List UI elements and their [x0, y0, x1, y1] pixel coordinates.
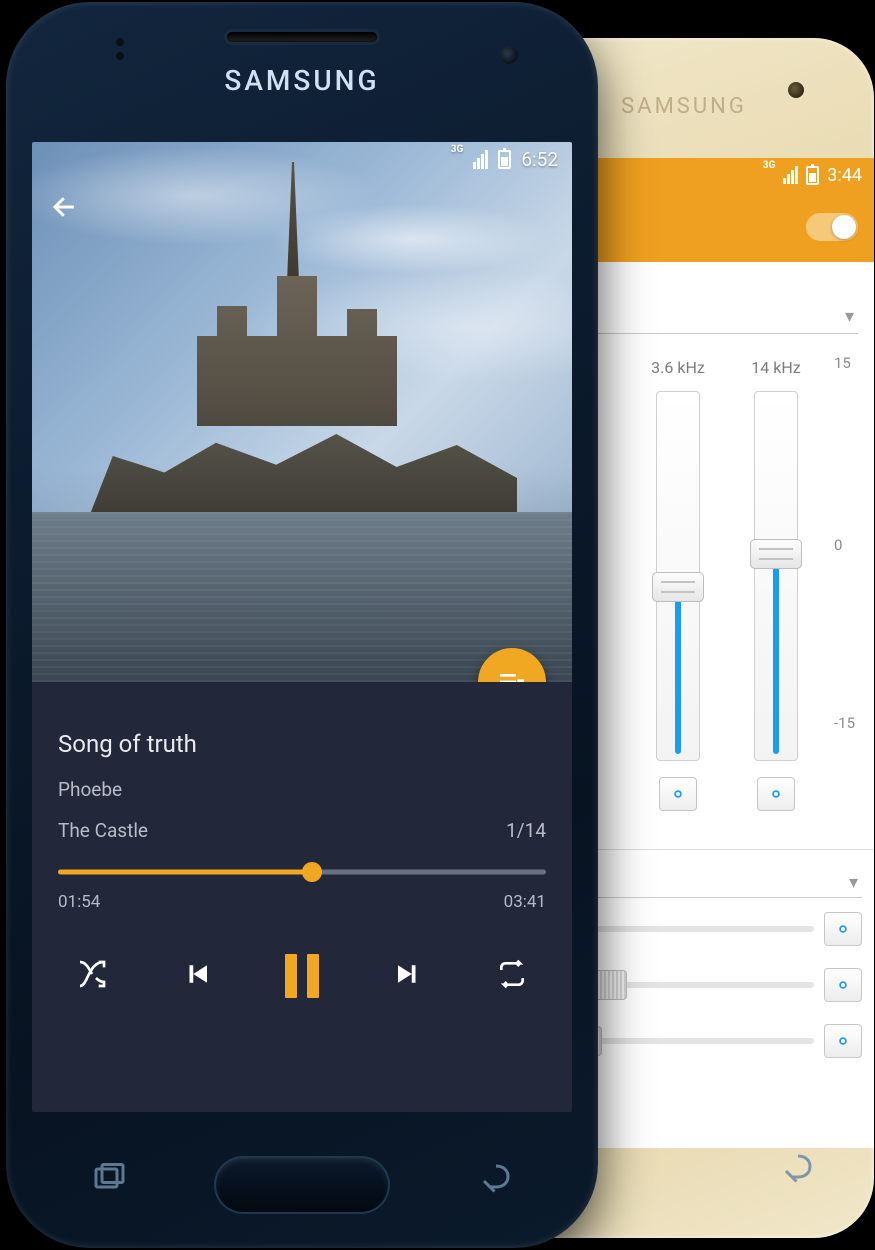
status-time: 6:52 — [521, 148, 558, 171]
eq-scale: 15 0 -15 — [834, 358, 862, 728]
phone-bottom-bezel — [6, 1108, 598, 1248]
eq-band-reset-button[interactable] — [757, 777, 795, 811]
album-name: The Castle — [58, 819, 148, 842]
brand-label-back: SAMSUNG — [621, 94, 747, 119]
track-metadata: Song of truth Phoebe The Castle 1/14 — [32, 682, 572, 842]
shuffle-button[interactable] — [76, 958, 108, 994]
next-button[interactable] — [393, 959, 423, 993]
scale-max: 15 — [834, 354, 851, 372]
effect-reset-button[interactable] — [824, 968, 862, 1002]
pause-bar-icon — [285, 954, 297, 998]
hw-back-button[interactable] — [478, 1160, 514, 1200]
effect-reset-button[interactable] — [824, 912, 862, 946]
previous-button[interactable] — [182, 959, 212, 993]
track-index: 1/14 — [506, 819, 546, 842]
front-camera — [500, 46, 518, 64]
status-bar: 3G 6:52 — [32, 142, 572, 176]
repeat-button[interactable] — [496, 958, 528, 994]
network-label: 3G — [451, 144, 464, 155]
scale-min: -15 — [834, 714, 855, 732]
eq-band-slider[interactable] — [656, 391, 700, 761]
network-label: 3G — [763, 160, 776, 171]
playback-controls — [32, 912, 572, 998]
scale-mid: 0 — [834, 536, 842, 554]
seek-bar[interactable] — [58, 864, 546, 880]
hw-home-button[interactable] — [214, 1156, 390, 1214]
album-art-illustration — [87, 262, 517, 522]
back-button[interactable] — [50, 192, 80, 226]
battery-icon — [498, 150, 511, 169]
album-art: 3G 6:52 — [32, 142, 572, 682]
equalizer-toggle[interactable] — [806, 213, 858, 241]
phone-frame-front: SAMSUNG 3G 6:52 Song of truth P — [6, 2, 598, 1248]
pause-bar-icon — [307, 954, 319, 998]
eq-band-slider[interactable] — [754, 391, 798, 761]
eq-band-label: 14 kHz — [751, 358, 800, 377]
effect-reset-button[interactable] — [824, 1024, 862, 1058]
signal-icon — [783, 166, 798, 184]
hw-back-button[interactable] — [780, 1150, 816, 1190]
artist-name: Phoebe — [58, 778, 546, 801]
eq-band: 3.6 kHz — [638, 358, 718, 811]
eq-band-reset-button[interactable] — [659, 777, 697, 811]
signal-icon — [473, 150, 488, 169]
seek-area: 01:54 03:41 — [32, 860, 572, 912]
time-duration: 03:41 — [504, 892, 546, 912]
earpiece-speaker — [227, 32, 377, 42]
front-camera-back — [788, 82, 804, 98]
time-elapsed: 01:54 — [58, 892, 100, 912]
hw-recent-apps-button[interactable] — [90, 1160, 126, 1200]
brand-label: SAMSUNG — [224, 64, 379, 97]
battery-icon — [806, 166, 819, 185]
eq-band-label: 3.6 kHz — [651, 358, 705, 377]
phone-top-bezel: SAMSUNG — [6, 2, 598, 142]
player-screen: 3G 6:52 Song of truth Phoebe The Castle … — [32, 142, 572, 1112]
status-time: 3:44 — [827, 165, 862, 186]
sensor-icon — [116, 38, 124, 46]
eq-band: 14 kHz — [736, 358, 816, 811]
song-title: Song of truth — [58, 730, 546, 758]
pause-button[interactable] — [285, 954, 319, 998]
